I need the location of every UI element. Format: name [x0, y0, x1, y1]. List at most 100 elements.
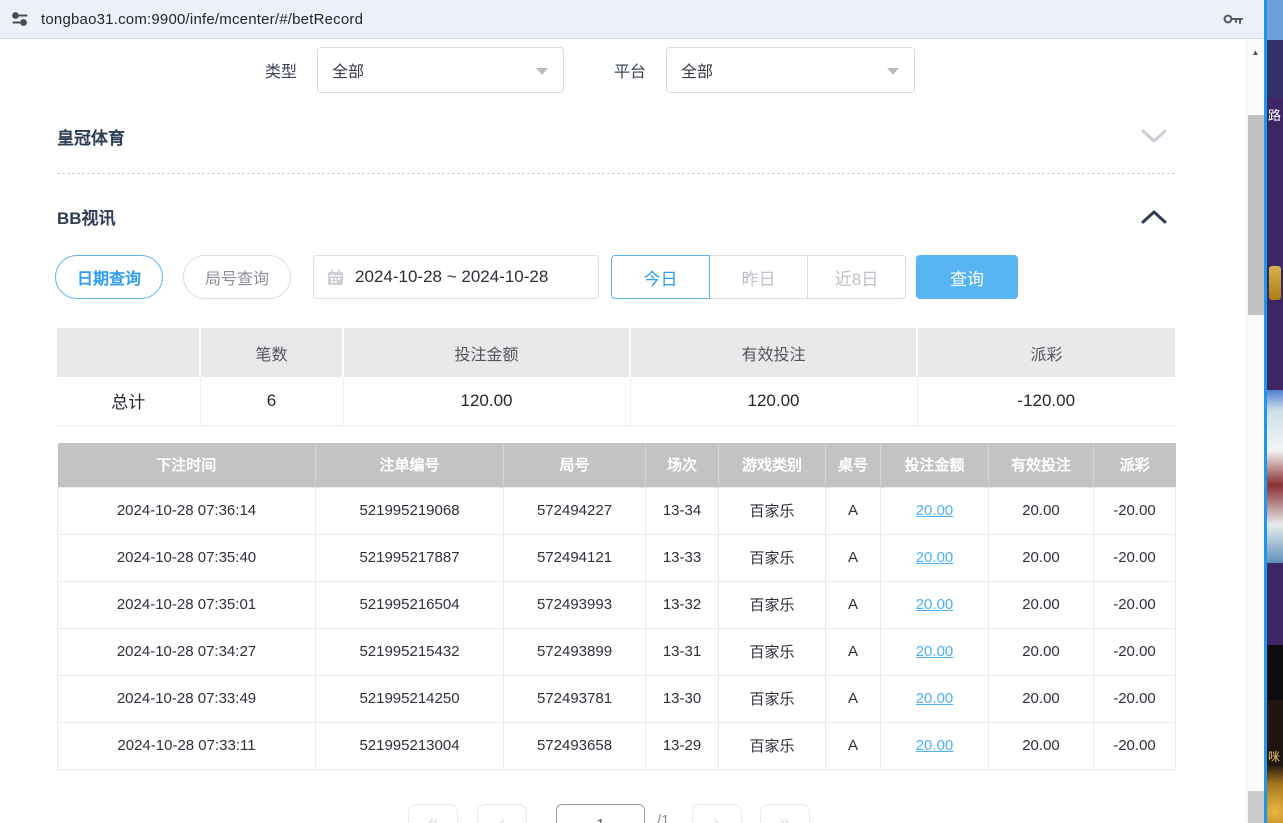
table-cell: 572493993 — [504, 581, 646, 628]
table-cell: 572494227 — [504, 487, 646, 534]
table-cell: 521995219068 — [316, 487, 504, 534]
prev-page-button[interactable]: ‹ — [477, 804, 527, 823]
round-query-tab[interactable]: 局号查询 — [183, 255, 291, 299]
table-cell: 13-34 — [646, 487, 719, 534]
table-cell: 2024-10-28 07:36:14 — [58, 487, 316, 534]
date-range-value: 2024-10-28 ~ 2024-10-28 — [355, 267, 548, 287]
table-header-cell: 派彩 — [1094, 443, 1176, 487]
next-page-button[interactable]: › — [692, 804, 742, 823]
strip-block — [1267, 563, 1283, 645]
table-cell: 2024-10-28 07:33:11 — [58, 722, 316, 769]
table-cell: 13-32 — [646, 581, 719, 628]
background-window-strip: 路 咪 — [1267, 0, 1283, 823]
bet-table-header-row: 下注时间注单编号局号场次游戏类别桌号投注金额有效投注派彩 — [58, 443, 1176, 487]
bet-amount-link[interactable]: 20.00 — [916, 737, 954, 754]
yesterday-button[interactable]: 昨日 — [709, 255, 808, 299]
table-cell: 2024-10-28 07:35:01 — [58, 581, 316, 628]
first-page-button[interactable]: « — [408, 804, 458, 823]
quick-range-group: 今日 昨日 近8日 — [611, 255, 906, 299]
summary-header-valid-bet: 有效投注 — [630, 328, 917, 377]
bet-amount-cell: 20.00 — [881, 487, 989, 534]
table-cell: 20.00 — [989, 487, 1094, 534]
table-cell: 2024-10-28 07:35:40 — [58, 534, 316, 581]
strip-decoration — [1269, 266, 1281, 300]
bet-amount-link[interactable]: 20.00 — [916, 596, 954, 613]
table-cell: A — [826, 722, 881, 769]
summary-header-count: 笔数 — [200, 328, 343, 377]
scroll-up-arrow-icon[interactable]: ▲ — [1247, 48, 1264, 57]
bet-record-page: 类型 全部 平台 全部 皇冠体育 BB视讯 日期查询 局号查询 — [0, 40, 1246, 823]
platform-select-value: 全部 — [681, 58, 713, 82]
password-key-icon[interactable] — [1222, 9, 1246, 29]
type-select[interactable]: 全部 — [317, 47, 564, 93]
table-cell: 20.00 — [989, 581, 1094, 628]
table-header-cell: 场次 — [646, 443, 719, 487]
calendar-icon — [327, 269, 344, 286]
url-text[interactable]: tongbao31.com:9900/infe/mcenter/#/betRec… — [41, 11, 363, 28]
today-button[interactable]: 今日 — [611, 255, 710, 299]
table-row: 2024-10-28 07:33:49521995214250572493781… — [58, 675, 1176, 722]
table-cell: -20.00 — [1094, 675, 1176, 722]
bet-amount-cell: 20.00 — [881, 675, 989, 722]
chevron-down-icon — [536, 68, 548, 75]
table-cell: 20.00 — [989, 722, 1094, 769]
section-title-bb: BB视讯 — [57, 204, 116, 229]
table-cell: 572493899 — [504, 628, 646, 675]
page-number-input[interactable] — [556, 804, 645, 823]
table-cell: 521995217887 — [316, 534, 504, 581]
table-cell: 百家乐 — [719, 534, 826, 581]
table-cell: -20.00 — [1094, 534, 1176, 581]
chevron-down-icon[interactable] — [1141, 129, 1167, 144]
table-cell: 13-30 — [646, 675, 719, 722]
table-cell: 20.00 — [989, 675, 1094, 722]
table-cell: -20.00 — [1094, 487, 1176, 534]
summary-header-payout: 派彩 — [917, 328, 1175, 377]
chevron-down-icon — [887, 68, 899, 75]
table-header-cell: 投注金额 — [881, 443, 989, 487]
scrollbar-thumb[interactable] — [1248, 115, 1264, 315]
bet-amount-cell: 20.00 — [881, 722, 989, 769]
section-crown-sports[interactable]: 皇冠体育 — [57, 124, 1167, 149]
table-cell: 521995215432 — [316, 628, 504, 675]
platform-select[interactable]: 全部 — [666, 47, 915, 93]
bet-amount-link[interactable]: 20.00 — [916, 643, 954, 660]
platform-filter-label: 平台 — [614, 58, 646, 82]
table-cell: 20.00 — [989, 534, 1094, 581]
table-row: 2024-10-28 07:35:01521995216504572493993… — [58, 581, 1176, 628]
table-cell: 521995216504 — [316, 581, 504, 628]
table-cell: 521995214250 — [316, 675, 504, 722]
table-cell: 百家乐 — [719, 722, 826, 769]
table-cell: -20.00 — [1094, 722, 1176, 769]
date-query-tab[interactable]: 日期查询 — [55, 255, 163, 299]
summary-header-bet-amount: 投注金额 — [343, 328, 630, 377]
table-row: 2024-10-28 07:33:11521995213004572493658… — [58, 722, 1176, 769]
address-bar: tongbao31.com:9900/infe/mcenter/#/betRec… — [0, 0, 1266, 39]
table-header-cell: 下注时间 — [58, 443, 316, 487]
table-cell: 20.00 — [989, 628, 1094, 675]
bet-amount-cell: 20.00 — [881, 628, 989, 675]
table-cell: 572494121 — [504, 534, 646, 581]
site-controls-icon[interactable] — [10, 9, 30, 29]
last-8-days-button[interactable]: 近8日 — [807, 255, 906, 299]
chevron-up-icon[interactable] — [1141, 209, 1167, 224]
section-bb-video[interactable]: BB视讯 — [57, 204, 1167, 229]
bet-amount-link[interactable]: 20.00 — [916, 690, 954, 707]
table-cell: 百家乐 — [719, 628, 826, 675]
bet-amount-link[interactable]: 20.00 — [916, 549, 954, 566]
summary-header-blank — [57, 328, 200, 377]
summary-header-row: 笔数 投注金额 有效投注 派彩 — [57, 328, 1175, 377]
summary-payout-value: -120.00 — [917, 377, 1175, 425]
type-select-value: 全部 — [332, 58, 364, 82]
page-total-label: /1 — [657, 804, 670, 823]
summary-total-label: 总计 — [57, 377, 200, 425]
last-page-button[interactable]: » — [760, 804, 810, 823]
scrollbar-bottom-corner — [1248, 791, 1264, 823]
bet-amount-link[interactable]: 20.00 — [916, 502, 954, 519]
search-button[interactable]: 查询 — [916, 255, 1018, 299]
filter-row: 类型 全部 平台 全部 — [265, 47, 915, 93]
table-cell: 13-33 — [646, 534, 719, 581]
bet-table: 下注时间注单编号局号场次游戏类别桌号投注金额有效投注派彩 2024-10-28 … — [57, 443, 1176, 770]
date-range-input[interactable]: 2024-10-28 ~ 2024-10-28 — [313, 255, 599, 299]
table-cell: 百家乐 — [719, 487, 826, 534]
vertical-scrollbar[interactable]: ▲ — [1246, 40, 1264, 823]
